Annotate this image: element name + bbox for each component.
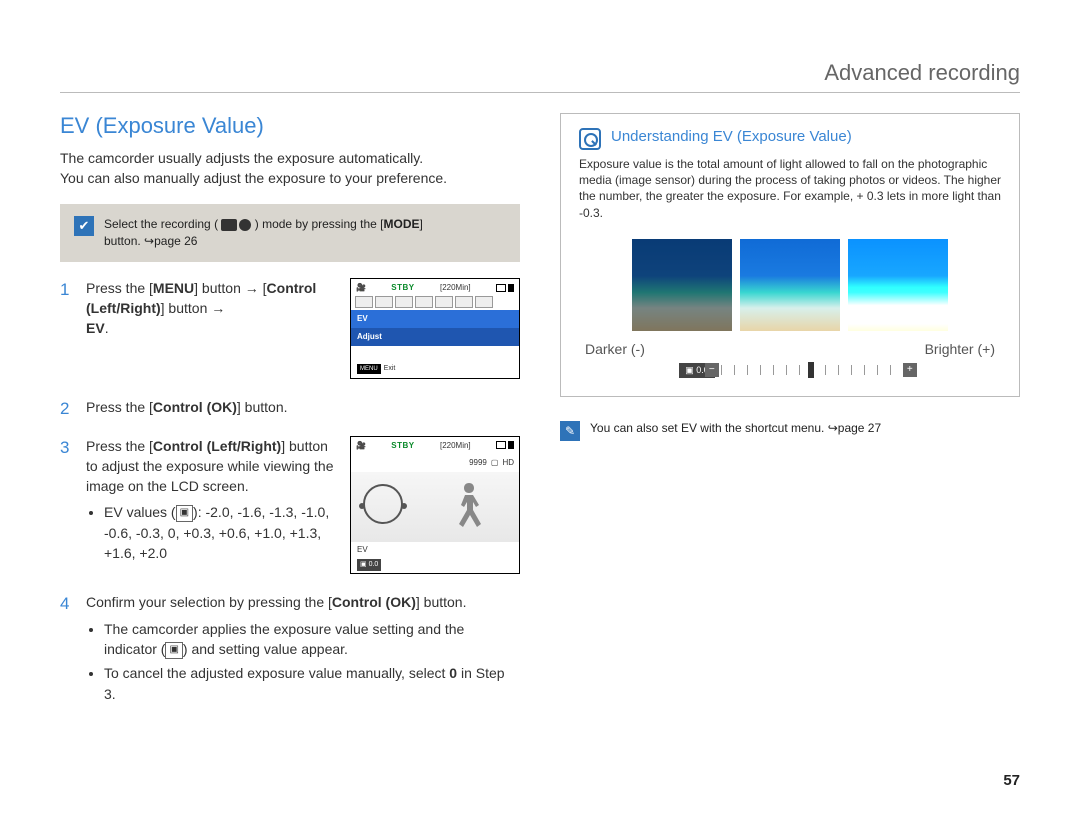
battery-icon [496,284,514,292]
scale-line-icon [721,365,901,375]
battery-icon [496,441,514,449]
arrow-icon [144,234,154,248]
thumb-dark [632,239,732,331]
ev-indicator-icon: ▣ [165,642,182,659]
ev-scale: ▣ 0.0 [579,363,1001,378]
step-2: Press the [Control (OK)] button. [60,397,520,417]
step4-bullet-2: To cancel the adjusted exposure value ma… [104,663,520,704]
ev-badge-icon: ▣ 0.0 [357,559,381,571]
ev-values-bullet: EV values (▣): -2.0, -1.6, -1.3, -1.0, -… [104,502,334,563]
thumb-bright [848,239,948,331]
page-number: 57 [1003,772,1020,789]
understanding-ev-box: Understanding EV (Exposure Value) Exposu… [560,113,1020,397]
page-header: Advanced recording [60,60,1020,93]
thumb-normal [740,239,840,331]
shortcut-tip: ✎ You can also set EV with the shortcut … [560,421,1020,441]
section-title: EV (Exposure Value) [60,113,520,139]
tip-text: You can also set EV with the shortcut me… [590,421,881,435]
still-icon: ▢ [491,457,499,469]
step-3: Press the [Control (Left/Right)] button … [60,436,520,575]
darker-label: Darker (-) [585,341,645,357]
note-text: Select the recording ( ) mode by pressin… [104,216,423,250]
menu-row-ev: EV [351,310,519,328]
step-1: Press the [MENU] button → [Control (Left… [60,278,520,379]
right-column: Understanding EV (Exposure Value) Exposu… [560,113,1020,722]
darker-brighter-labels: Darker (-) Brighter (+) [579,341,1001,357]
step-4: Confirm your selection by pressing the [… [60,592,520,703]
lcd-screenshot-menu: 🎥 STBY [220Min] EV Adjust MENUExit [350,278,520,379]
intro-line-2: You can also manually adjust the exposur… [60,169,520,189]
intro-text: The camcorder usually adjusts the exposu… [60,149,520,188]
menu-row-adjust: Adjust [351,328,519,346]
ev-indicator-icon: ▣ [176,505,193,522]
check-icon: ✔ [74,216,94,236]
page-columns: EV (Exposure Value) The camcorder usuall… [60,113,1020,722]
lcd-screenshot-adjust: 🎥 STBY [220Min] 9999 ▢ HD [350,436,520,575]
mode-icons [221,219,251,231]
precondition-note: ✔ Select the recording ( ) mode by press… [60,204,520,262]
intro-line-1: The camcorder usually adjusts the exposu… [60,149,520,169]
steps-list: Press the [MENU] button → [Control (Left… [60,278,520,704]
hd-icon: HD [502,457,514,469]
control-dial-icon [363,484,403,524]
left-column: EV (Exposure Value) The camcorder usuall… [60,113,520,722]
step4-bullet-1: The camcorder applies the exposure value… [104,619,520,660]
note-icon: ✎ [560,421,580,441]
exposure-thumbnails [579,239,1001,331]
arrow-icon [828,421,838,435]
brighter-label: Brighter (+) [925,341,995,357]
sidebox-title: Understanding EV (Exposure Value) [611,128,852,145]
person-silhouette-icon [439,477,499,537]
menu-tabs-icons [351,296,519,310]
sidebox-body: Exposure value is the total amount of li… [579,156,1001,221]
magnifier-icon [579,128,601,150]
chapter-title: Advanced recording [824,60,1020,85]
